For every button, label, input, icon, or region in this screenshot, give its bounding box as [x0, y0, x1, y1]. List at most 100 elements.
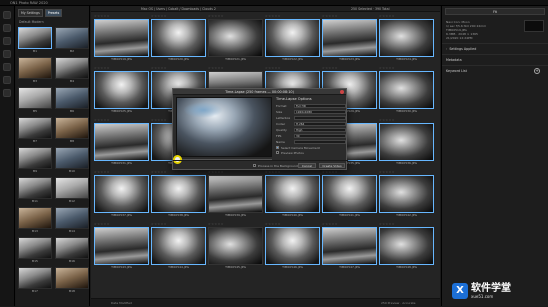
layers-icon[interactable]: [3, 89, 11, 97]
checkbox-box[interactable]: [253, 164, 256, 167]
thumbnail-cell[interactable]: ☆☆☆☆☆TIM00542.JPG: [379, 170, 434, 220]
develop-icon[interactable]: [3, 24, 11, 32]
thumbnail-cell[interactable]: ☆☆☆☆☆TIM00538.JPG: [151, 170, 206, 220]
preset-item[interactable]: B10: [55, 147, 89, 174]
resize-icon[interactable]: [3, 76, 11, 84]
thumbnail-cell[interactable]: ☆☆☆☆☆TIM00546.JPG: [265, 222, 320, 272]
preset-item[interactable]: B7: [18, 117, 52, 144]
option-value[interactable]: Full HD: [294, 104, 346, 108]
thumbnail-image[interactable]: [94, 123, 149, 161]
thumbnail-cell[interactable]: ☆☆☆☆☆TIM00548.JPG: [379, 222, 434, 272]
preset-thumbnail[interactable]: [55, 87, 89, 109]
create-video-button[interactable]: Create Video: [319, 163, 345, 168]
thumbnail-image[interactable]: [379, 19, 434, 57]
breadcrumb[interactable]: Mac OS / Users / Cobalt / Downloads / Cl…: [141, 6, 216, 12]
preset-thumbnail[interactable]: [55, 267, 89, 289]
preset-item[interactable]: B8: [55, 117, 89, 144]
preset-thumbnail[interactable]: [55, 147, 89, 169]
zoom-level[interactable]: Fit: [445, 8, 545, 15]
option-value[interactable]: [294, 140, 346, 144]
thumbnail-image[interactable]: [265, 19, 320, 57]
preset-thumbnail[interactable]: [18, 27, 52, 49]
thumbnail-image[interactable]: [379, 71, 434, 109]
thumbnail-image[interactable]: [265, 227, 320, 265]
navigator-thumbnail[interactable]: [524, 20, 544, 32]
preset-thumbnail[interactable]: [18, 57, 52, 79]
add-keyword-icon[interactable]: +: [534, 68, 540, 74]
thumbnail-image[interactable]: [379, 227, 434, 265]
effects-icon[interactable]: [3, 37, 11, 45]
preset-item[interactable]: B15: [18, 237, 52, 264]
tab-my-settings[interactable]: My Settings: [18, 9, 43, 17]
preset-item[interactable]: B17: [18, 267, 52, 294]
thumbnail-image[interactable]: [265, 175, 320, 213]
process-background-checkbox[interactable]: Process in the Background: [253, 163, 298, 168]
thumbnail-cell[interactable]: ☆☆☆☆☆TIM00540.JPG: [265, 170, 320, 220]
thumbnail-image[interactable]: [379, 175, 434, 213]
thumbnail-cell[interactable]: ☆☆☆☆☆TIM00541.JPG: [322, 170, 377, 220]
metadata-section[interactable]: Metadata: [442, 54, 548, 65]
browse-icon[interactable]: [3, 11, 11, 19]
preset-item[interactable]: B6: [55, 87, 89, 114]
checkbox-box[interactable]: [276, 151, 279, 154]
preset-thumbnail[interactable]: [18, 87, 52, 109]
preset-item[interactable]: B5: [18, 87, 52, 114]
preset-thumbnail[interactable]: [18, 267, 52, 289]
preset-thumbnail[interactable]: [18, 177, 52, 199]
tab-presets[interactable]: Presets: [45, 9, 63, 17]
thumbnail-image[interactable]: [208, 19, 263, 57]
preset-item[interactable]: B12: [55, 177, 89, 204]
thumbnail-image[interactable]: [151, 227, 206, 265]
thumbnail-image[interactable]: [208, 227, 263, 265]
thumbnail-cell[interactable]: ☆☆☆☆☆TIM00519.JPG: [94, 14, 149, 64]
keyword-list-section[interactable]: Keyword List+: [442, 65, 548, 76]
preset-item[interactable]: B14: [55, 207, 89, 234]
thumbnail-image[interactable]: [322, 227, 377, 265]
thumbnail-image[interactable]: [151, 175, 206, 213]
thumbnail-cell[interactable]: ☆☆☆☆☆TIM00520.JPG: [151, 14, 206, 64]
thumbnail-cell[interactable]: ☆☆☆☆☆TIM00522.JPG: [265, 14, 320, 64]
thumbnail-cell[interactable]: ☆☆☆☆☆TIM00539.JPG: [208, 170, 263, 220]
thumbnail-cell[interactable]: ☆☆☆☆☆TIM00536.JPG: [379, 118, 434, 168]
preset-item[interactable]: B11: [18, 177, 52, 204]
thumbnail-image[interactable]: [94, 19, 149, 57]
thumbnail-image[interactable]: [94, 227, 149, 265]
option-checkbox[interactable]: Preview Photos: [276, 150, 346, 155]
checkbox-box[interactable]: [276, 146, 279, 149]
preset-item[interactable]: B9: [18, 147, 52, 174]
local-icon[interactable]: [3, 63, 11, 71]
thumbnail-image[interactable]: [94, 175, 149, 213]
cancel-button[interactable]: Cancel: [298, 163, 316, 168]
preset-thumbnail[interactable]: [18, 147, 52, 169]
preset-item[interactable]: B13: [18, 207, 52, 234]
preset-item[interactable]: B18: [55, 267, 89, 294]
preset-thumbnail[interactable]: [18, 237, 52, 259]
thumbnail-image[interactable]: [379, 123, 434, 161]
thumbnail-image[interactable]: [94, 71, 149, 109]
preset-thumbnail[interactable]: [55, 117, 89, 139]
portrait-icon[interactable]: [3, 50, 11, 58]
option-value[interactable]: 1920x1080: [294, 110, 346, 114]
option-value[interactable]: H.264: [294, 122, 346, 126]
preset-item[interactable]: B2: [55, 27, 89, 54]
preset-item[interactable]: B1: [18, 27, 52, 54]
preset-item[interactable]: B4: [55, 57, 89, 84]
option-value[interactable]: High: [294, 128, 346, 132]
thumbnail-cell[interactable]: ☆☆☆☆☆TIM00521.JPG: [208, 14, 263, 64]
preset-thumbnail[interactable]: [55, 207, 89, 229]
thumbnail-cell[interactable]: ☆☆☆☆☆TIM00544.JPG: [151, 222, 206, 272]
thumbnail-cell[interactable]: ☆☆☆☆☆TIM00545.JPG: [208, 222, 263, 272]
thumbnail-cell[interactable]: ☆☆☆☆☆TIM00537.JPG: [94, 170, 149, 220]
preset-thumbnail[interactable]: [18, 207, 52, 229]
close-icon[interactable]: [340, 90, 344, 94]
thumbnail-image[interactable]: [322, 19, 377, 57]
preset-thumbnail[interactable]: [55, 237, 89, 259]
thumbnail-cell[interactable]: ☆☆☆☆☆TIM00524.JPG: [379, 14, 434, 64]
preset-thumbnail[interactable]: [55, 177, 89, 199]
preset-item[interactable]: B3: [18, 57, 52, 84]
preset-item[interactable]: B16: [55, 237, 89, 264]
preset-thumbnail[interactable]: [18, 117, 52, 139]
settings-applied-section[interactable]: ›Settings Applied: [442, 43, 548, 54]
thumbnail-cell[interactable]: ☆☆☆☆☆TIM00523.JPG: [322, 14, 377, 64]
thumbnail-cell[interactable]: ☆☆☆☆☆TIM00543.JPG: [94, 222, 149, 272]
